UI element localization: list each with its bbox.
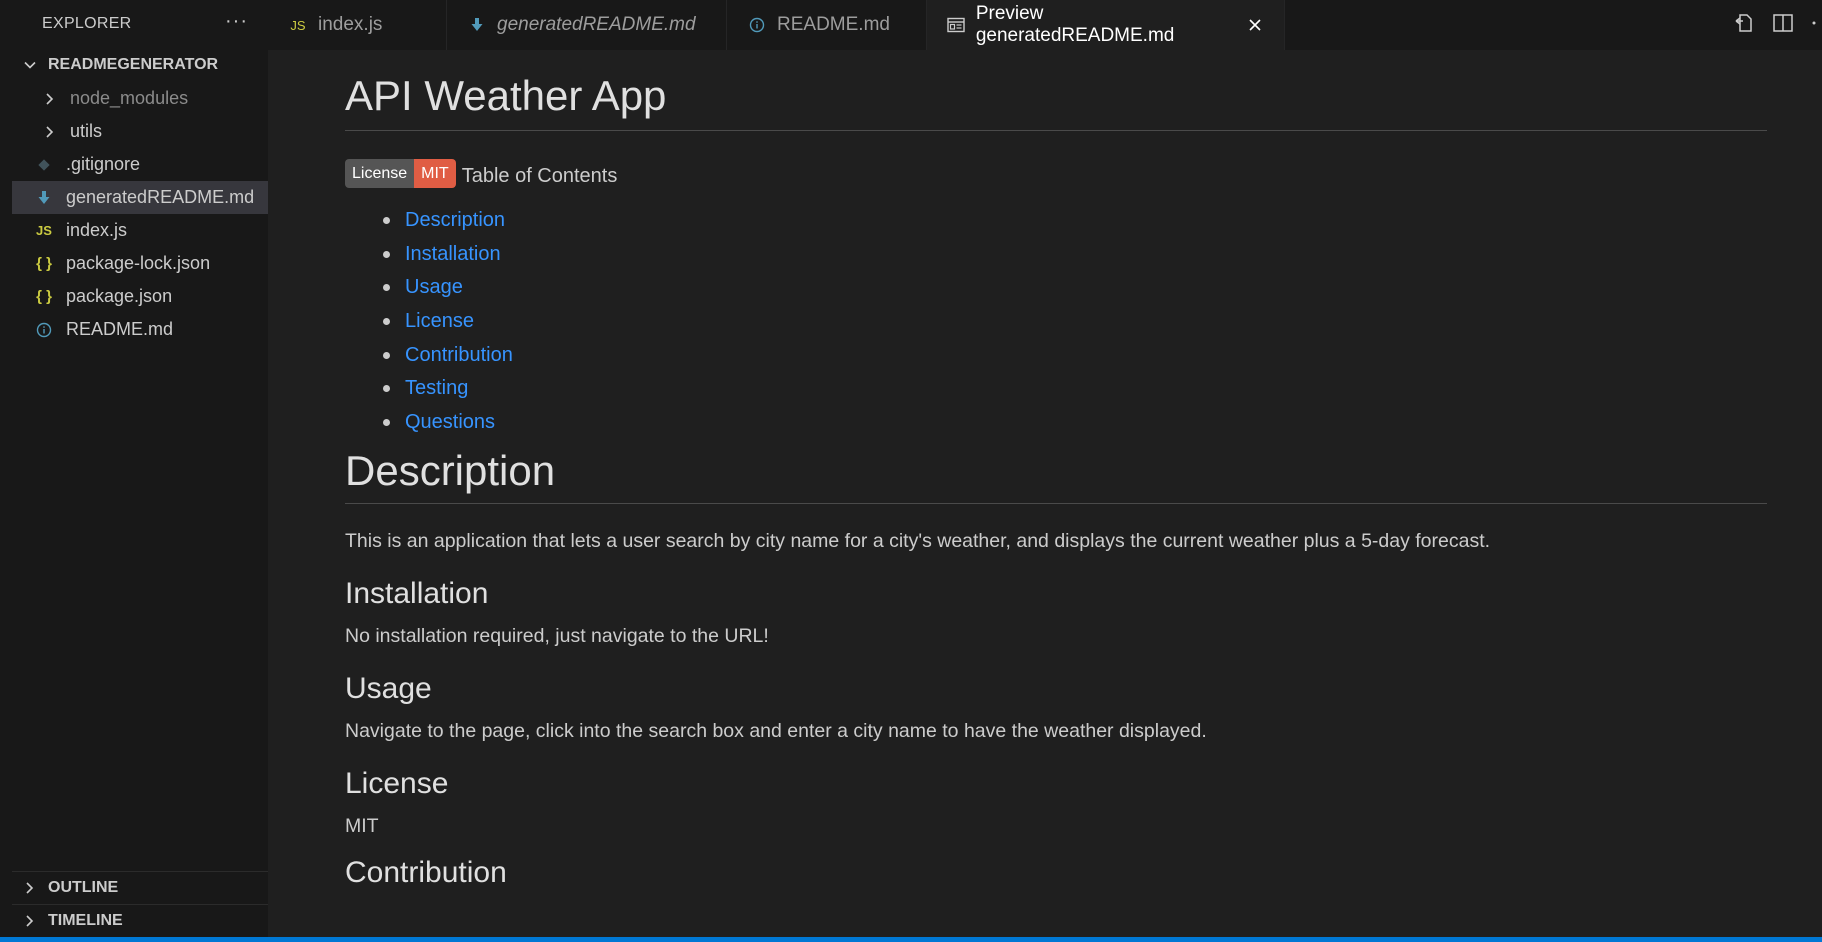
tree-item-label: .gitignore bbox=[66, 154, 141, 174]
usage-heading: Usage bbox=[345, 672, 432, 706]
tree-item-label: index.js bbox=[66, 220, 128, 240]
tab-readme[interactable]: README.md bbox=[727, 0, 927, 50]
tree-item-label: package.json bbox=[66, 286, 173, 306]
toc-link-contribution[interactable]: Contribution bbox=[383, 338, 1767, 372]
tree-item-index-js[interactable]: JS index.js bbox=[12, 214, 268, 247]
more-actions-icon[interactable] bbox=[1810, 12, 1818, 39]
tab-preview-generated-readme[interactable]: Preview generatedREADME.md bbox=[927, 0, 1285, 50]
badge-row: License MIT Table of Contents bbox=[345, 159, 1767, 188]
tab-index-js[interactable]: JS index.js bbox=[268, 0, 447, 50]
table-of-contents: Description Installation Usage License C… bbox=[345, 204, 1767, 439]
tab-generated-readme[interactable]: generatedREADME.md bbox=[447, 0, 727, 50]
tree-item-label: node_modules bbox=[70, 88, 189, 108]
js-icon: JS bbox=[290, 17, 306, 33]
more-actions-icon[interactable]: ··· bbox=[225, 11, 248, 31]
explorer-header: EXPLORER ··· bbox=[12, 0, 268, 48]
usage-text: Navigate to the page, click into the sea… bbox=[345, 720, 1207, 743]
tree-item-node-modules[interactable]: node_modules bbox=[12, 82, 268, 115]
timeline-section[interactable]: TIMELINE bbox=[12, 904, 268, 937]
project-folder-header[interactable]: READMEGENERATOR bbox=[12, 48, 268, 82]
tree-item-package-lock[interactable]: { } package-lock.json bbox=[12, 247, 268, 280]
preview-content: API Weather App License MIT Table of Con… bbox=[345, 50, 1767, 890]
activity-bar bbox=[0, 0, 12, 942]
explorer-title: EXPLORER bbox=[42, 15, 132, 32]
chevron-right-icon bbox=[20, 878, 40, 898]
license-heading: License bbox=[345, 767, 449, 801]
info-icon bbox=[747, 15, 767, 35]
chevron-right-icon bbox=[20, 911, 40, 931]
tab-label: generatedREADME.md bbox=[497, 14, 696, 35]
badge-left: License bbox=[345, 159, 415, 188]
info-icon bbox=[34, 320, 54, 340]
tab-label: index.js bbox=[318, 14, 383, 35]
tree-item-label: utils bbox=[70, 121, 103, 141]
tab-label: Preview generatedREADME.md bbox=[975, 3, 1175, 46]
outline-label: OUTLINE bbox=[48, 879, 119, 896]
markdown-icon bbox=[34, 188, 54, 208]
toc-link-license[interactable]: License bbox=[383, 305, 1767, 339]
chevron-down-icon bbox=[20, 55, 40, 75]
status-bar bbox=[0, 937, 1822, 942]
badge-right: MIT bbox=[414, 159, 456, 188]
preview-icon bbox=[947, 15, 966, 35]
git-icon bbox=[34, 155, 54, 175]
tree-item-readme[interactable]: README.md bbox=[12, 313, 268, 346]
tree-item-utils[interactable]: utils bbox=[12, 115, 268, 148]
tab-label: README.md bbox=[777, 14, 890, 35]
toc-link-installation[interactable]: Installation bbox=[383, 238, 1767, 272]
tree-item-label: README.md bbox=[66, 319, 174, 339]
split-editor-icon[interactable] bbox=[1772, 12, 1794, 39]
toc-link-usage[interactable]: Usage bbox=[383, 271, 1767, 305]
outline-section[interactable]: OUTLINE bbox=[12, 871, 268, 904]
editor-actions bbox=[1734, 0, 1822, 50]
license-badge: License MIT bbox=[345, 159, 456, 188]
contribution-heading: Contribution bbox=[345, 856, 507, 890]
markdown-preview: API Weather App License MIT Table of Con… bbox=[268, 50, 1822, 937]
sidebar-bottom-sections: OUTLINE TIMELINE bbox=[12, 871, 268, 937]
open-source-icon[interactable] bbox=[1734, 12, 1756, 39]
timeline-label: TIMELINE bbox=[48, 912, 123, 929]
page-title: API Weather App bbox=[345, 50, 1767, 131]
toc-link-questions[interactable]: Questions bbox=[383, 406, 1767, 440]
installation-text: No installation required, just navigate … bbox=[345, 625, 769, 648]
license-text: MIT bbox=[345, 815, 379, 838]
description-text: This is an application that lets a user … bbox=[345, 530, 1491, 553]
close-icon[interactable] bbox=[1245, 15, 1264, 35]
markdown-icon bbox=[467, 15, 487, 35]
toc-heading: Table of Contents bbox=[461, 165, 618, 187]
toc-link-description[interactable]: Description bbox=[383, 204, 1767, 238]
description-heading: Description bbox=[345, 447, 1767, 505]
project-name: READMEGENERATOR bbox=[48, 56, 219, 73]
tree-item-gitignore[interactable]: .gitignore bbox=[12, 148, 268, 181]
tree-item-label: package-lock.json bbox=[66, 253, 211, 273]
json-icon: { } bbox=[36, 288, 52, 305]
editor-tab-bar: JS index.js generatedREADME.md README.md… bbox=[268, 0, 1822, 50]
chevron-right-icon bbox=[40, 122, 60, 142]
json-icon: { } bbox=[36, 255, 52, 272]
js-icon: JS bbox=[36, 223, 52, 238]
explorer-sidebar: EXPLORER ··· READMEGENERATOR node_module… bbox=[12, 0, 268, 937]
tree-item-label: generatedREADME.md bbox=[66, 187, 255, 207]
tree-item-package-json[interactable]: { } package.json bbox=[12, 280, 268, 313]
chevron-right-icon bbox=[40, 89, 60, 109]
installation-heading: Installation bbox=[345, 577, 489, 611]
toc-link-testing[interactable]: Testing bbox=[383, 372, 1767, 406]
tree-item-generated-readme[interactable]: generatedREADME.md bbox=[12, 181, 268, 214]
